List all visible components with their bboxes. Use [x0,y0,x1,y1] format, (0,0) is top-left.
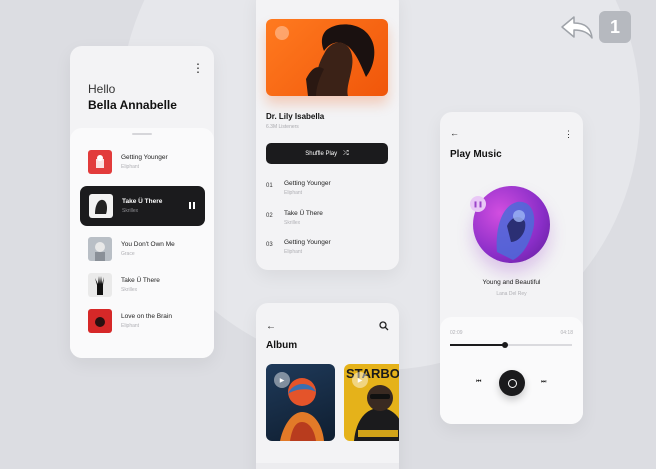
track-row[interactable]: 02 Take Ü There Skrillex [266,210,323,226]
song-title: You Don't Own Me [121,241,175,248]
song-artist: Skrillex [122,208,139,214]
now-playing-artist: Lana Del Rey [496,291,527,297]
play-icon[interactable]: ▶ [274,372,290,388]
artist-name: Dr. Lily Isabella [266,112,325,121]
more-options-icon[interactable]: ⋮ [192,62,204,74]
artist-card: Dr. Lily Isabella 6.3M Listeners Shuffle… [256,0,399,270]
artist-photo [266,19,388,96]
progress-bar[interactable] [450,342,572,348]
shuffle-icon: ⤮ [343,149,349,157]
playlist-card: ⋮ Hello Bella Annabelle Getting Younger … [70,46,214,358]
album-thumbnail [89,194,113,218]
track-title: Take Ü There [284,210,323,217]
track-row[interactable]: 03 Getting Younger Eliphant [266,239,331,255]
now-playing-title: Young and Beautiful [482,279,541,286]
player-title: Play Music [450,149,502,160]
song-item[interactable]: Getting Younger Eliphant [88,150,168,174]
song-title: Take Ü There [122,198,163,205]
song-item-active[interactable]: Take Ü There Skrillex [80,186,205,226]
previous-icon[interactable]: ⏮ [476,379,481,386]
greeting-text: Hello [88,82,116,96]
song-title: Love on the Brain [121,313,172,320]
song-item[interactable]: Take Ü There Skrillex [88,273,160,297]
track-title: Getting Younger [284,180,331,187]
track-artist: Eliphant [284,249,303,255]
step-badge: 1 [599,11,631,43]
song-artist: Grace [121,251,135,257]
shuffle-play-button[interactable]: Shuffle Play ⤮ [266,143,388,164]
song-item[interactable]: Love on the Brain Eliphant [88,309,172,333]
track-artist: Skrillex [284,220,301,226]
album-thumbnail [88,150,112,174]
song-artist: Skrillex [121,287,138,293]
greeting-block: Hello Bella Annabelle [88,82,177,112]
album-tile[interactable]: STARBOY ▶ [344,364,399,441]
bottom-strip [256,463,399,469]
progress-fill [450,344,505,346]
time-total: 04:18 [560,330,573,336]
shuffle-label: Shuffle Play [305,150,338,157]
back-arrow-icon[interactable]: ← [266,321,276,332]
album-disc [473,186,550,263]
track-number: 03 [266,242,273,248]
album-thumbnail [88,309,112,333]
more-options-icon[interactable]: ⋮ [564,130,573,139]
song-title: Getting Younger [121,154,168,161]
time-current: 02:09 [450,330,463,336]
user-name: Bella Annabelle [88,98,177,112]
album-tile[interactable]: ▶ [266,364,335,441]
back-arrow-icon[interactable]: ← [450,128,459,138]
song-artist: Eliphant [121,323,140,329]
play-badge-icon[interactable]: ❚❚ [470,196,486,212]
listener-count: 6.3M Listeners [266,124,299,130]
track-number: 02 [266,213,273,219]
album-heading: Album [266,340,298,351]
track-artist: Eliphant [284,190,303,196]
track-row[interactable]: 01 Getting Younger Eliphant [266,180,331,196]
player-card: ← ⋮ Play Music ❚❚ Young and Beautiful La… [440,112,583,424]
play-icon[interactable]: ▶ [352,372,368,388]
song-list-sheet: Getting Younger Eliphant Take Ü There Sk… [70,128,214,358]
search-icon[interactable] [379,321,389,331]
progress-knob[interactable] [501,342,508,348]
pause-icon[interactable] [189,202,195,209]
sheet-handle[interactable] [132,133,152,135]
album-card: ← Album ▶ STARBOY ▶ [256,303,399,469]
song-item[interactable]: You Don't Own Me Grace [88,237,175,261]
player-controls: 02:09 04:18 ⏮ ⏭ [440,317,583,424]
undo-arrow-icon[interactable] [560,14,594,40]
track-number: 01 [266,183,273,189]
track-title: Getting Younger [284,239,331,246]
album-thumbnail [88,237,112,261]
play-pause-button[interactable] [499,370,525,396]
song-title: Take Ü There [121,277,160,284]
song-artist: Eliphant [121,164,140,170]
disc-icon [507,378,517,388]
album-thumbnail [88,273,112,297]
next-icon[interactable]: ⏭ [541,379,546,386]
